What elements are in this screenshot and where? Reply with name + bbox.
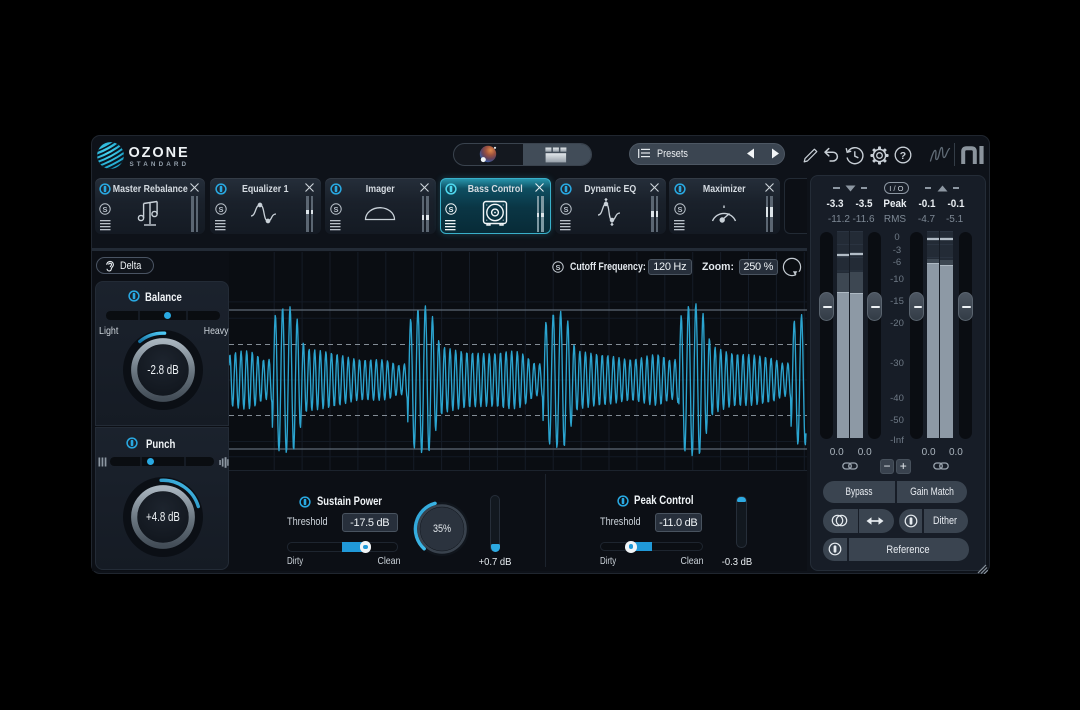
svg-text:S: S (333, 204, 338, 213)
svg-text:?: ? (900, 150, 906, 162)
svg-text:S: S (556, 262, 561, 271)
svg-text:S: S (563, 204, 568, 213)
svg-text:S: S (103, 204, 108, 213)
svg-text:S: S (448, 204, 453, 213)
svg-text:S: S (678, 204, 683, 213)
svg-text:S: S (218, 204, 223, 213)
